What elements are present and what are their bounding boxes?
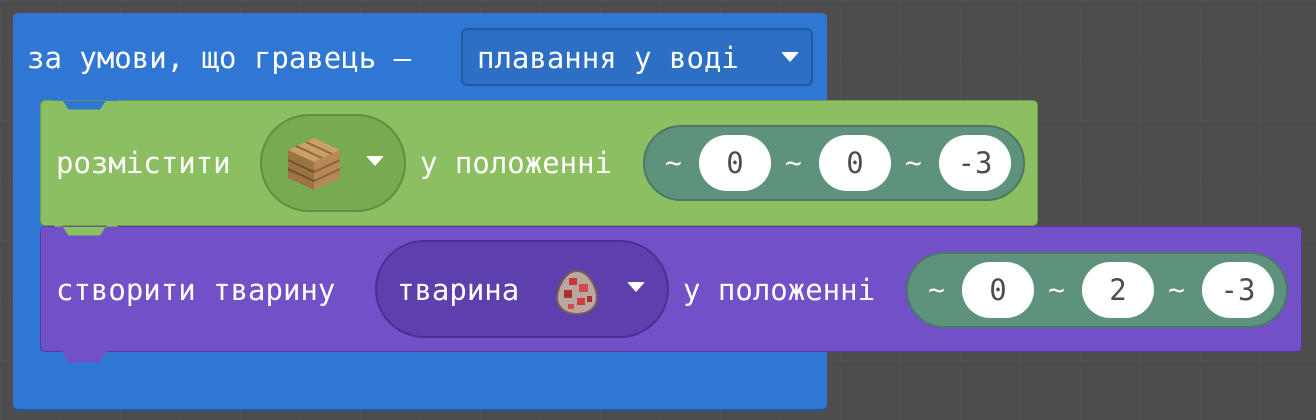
relative-z-tilde: ~ <box>905 146 922 179</box>
z-coordinate-field[interactable]: -3 <box>939 135 1011 191</box>
spawn-egg-icon <box>555 269 599 316</box>
place-label: розмістити <box>56 146 231 180</box>
chevron-down-icon <box>627 282 645 292</box>
relative-y-tilde: ~ <box>785 146 802 179</box>
place-position-label: у положенні <box>420 146 613 180</box>
block-notch <box>54 350 118 363</box>
animal-value: тварина <box>397 273 520 307</box>
x-coordinate-field[interactable]: 0 <box>962 262 1034 318</box>
condition-dropdown[interactable]: плавання у воді <box>461 28 813 86</box>
y-coordinate-field[interactable]: 0 <box>819 135 891 191</box>
x-coordinate-field[interactable]: 0 <box>699 135 771 191</box>
spawn-position-label: у положенні <box>683 273 876 307</box>
spawn-label: створити тварину <box>56 273 336 307</box>
z-coordinate-field[interactable]: -3 <box>1202 262 1274 318</box>
oak-planks-icon <box>287 138 341 190</box>
relative-y-tilde: ~ <box>1048 273 1065 306</box>
chevron-down-icon <box>781 52 799 62</box>
y-coordinate-field[interactable]: 2 <box>1082 262 1154 318</box>
relative-x-tilde: ~ <box>665 146 682 179</box>
place-position-input[interactable]: ~ 0 ~ 0 ~ -3 <box>643 125 1025 201</box>
block-notch <box>54 225 118 236</box>
event-label: за умови, що гравець — <box>27 41 412 75</box>
relative-z-tilde: ~ <box>1168 273 1185 306</box>
chevron-down-icon <box>366 156 384 166</box>
condition-value: плавання у воді <box>477 41 739 75</box>
block-notch <box>54 99 118 110</box>
relative-x-tilde: ~ <box>928 273 945 306</box>
block-dropdown[interactable] <box>260 114 406 212</box>
spawn-position-input[interactable]: ~ 0 ~ 2 ~ -3 <box>906 252 1288 328</box>
animal-dropdown[interactable]: тварина <box>375 240 669 338</box>
